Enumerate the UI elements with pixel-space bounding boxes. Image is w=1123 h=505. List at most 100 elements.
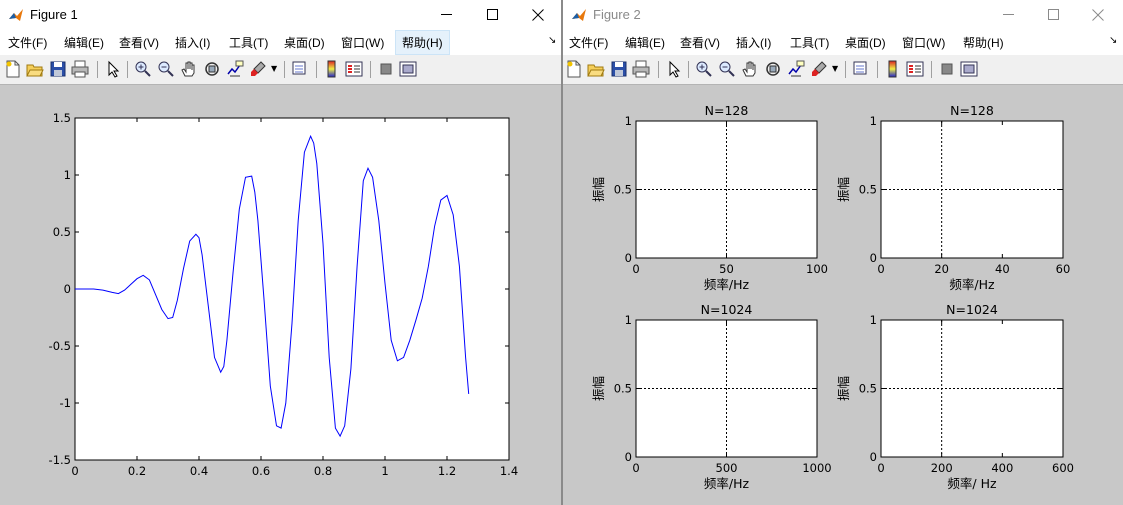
x-tick-label: 200	[931, 461, 953, 475]
figure-1-axes[interactable]: 0 0.2 0.4 0.6 0.8 1 1.2 1.4 1.5 1 0.5 0 -0.5 -1 -1.5	[49, 111, 519, 478]
figure-2-subplots[interactable]: 0 50 10010.50N=128频率/Hz振幅0 20 40 6010.50N=128…	[591, 103, 1074, 491]
menu-tools[interactable]: 工具(T)	[790, 34, 829, 51]
axes-4[interactable]: 0 200 400 600 1 0.5 0 N=1024 频率/ Hz 振幅	[836, 302, 1074, 491]
print-icon[interactable]	[632, 60, 650, 78]
menu-view[interactable]: 查看(V)	[680, 34, 720, 51]
close-button[interactable]	[515, 0, 561, 29]
axes-3[interactable]: 0 500 1000 1 0.5 0 N=1024 频率/Hz 振幅	[591, 302, 832, 491]
legend-icon[interactable]	[906, 60, 924, 78]
new-figure-icon[interactable]	[4, 60, 22, 78]
show-plot-tools-icon[interactable]	[399, 60, 417, 78]
x-tick-label: 100	[806, 262, 828, 276]
axes-2[interactable]: 0 20 40 60 1 0.5 0 N=128 频率/Hz 振幅	[836, 103, 1070, 292]
subplot-title: N=1024	[701, 302, 753, 317]
brush-icon[interactable]	[810, 60, 828, 78]
menu-edit[interactable]: 编辑(E)	[64, 34, 104, 51]
print-icon[interactable]	[71, 60, 89, 78]
y-tick-label: -0.5	[49, 339, 71, 353]
menu-window[interactable]: 窗口(W)	[902, 34, 945, 51]
y-tick-label: 0	[625, 450, 632, 464]
menu-overflow-icon[interactable]: ↘	[1109, 35, 1117, 46]
toolbar-separator	[845, 61, 846, 78]
menu-insert[interactable]: 插入(I)	[175, 34, 210, 51]
rotate-3d-icon[interactable]	[764, 60, 782, 78]
minimize-icon	[1002, 14, 1014, 15]
brush-dropdown-icon[interactable]: ▼	[832, 64, 838, 73]
open-file-icon[interactable]	[587, 60, 605, 78]
menu-view[interactable]: 查看(V)	[119, 34, 159, 51]
y-axis-label: 振幅	[836, 177, 851, 202]
minimize-button[interactable]	[423, 0, 469, 29]
save-icon[interactable]	[49, 60, 67, 78]
save-icon[interactable]	[610, 60, 628, 78]
y-tick-label: 1.5	[53, 111, 71, 125]
x-tick-label: 0	[877, 461, 884, 475]
hide-plot-tools-icon[interactable]	[938, 60, 956, 78]
y-tick-label: 0	[870, 251, 877, 265]
edit-plot-arrow-icon[interactable]	[104, 60, 122, 78]
menu-help[interactable]: 帮助(H)	[963, 34, 1004, 51]
menu-tools[interactable]: 工具(T)	[229, 34, 268, 51]
menu-insert[interactable]: 插入(I)	[736, 34, 771, 51]
x-tick-label: 0	[71, 464, 78, 478]
open-file-icon[interactable]	[26, 60, 44, 78]
zoom-in-icon[interactable]	[134, 60, 152, 78]
edit-plot-arrow-icon[interactable]	[665, 60, 683, 78]
new-figure-icon[interactable]	[565, 60, 583, 78]
pan-hand-icon[interactable]	[741, 60, 759, 78]
menu-file[interactable]: 文件(F)	[8, 34, 47, 51]
colorbar-icon[interactable]	[884, 60, 902, 78]
toolbar-separator	[931, 61, 932, 78]
menu-edit[interactable]: 编辑(E)	[625, 34, 665, 51]
y-tick-label: 1	[870, 313, 877, 327]
pan-hand-icon[interactable]	[180, 60, 198, 78]
subplot-title: N=1024	[946, 302, 998, 317]
axes-0[interactable]: 0 0.2 0.4 0.6 0.8 1 1.2 1.4 1.5 1 0.5 0 -0.5 -1 -1.5	[49, 111, 519, 478]
y-tick-label: 0	[870, 450, 877, 464]
menu-desktop[interactable]: 桌面(D)	[284, 34, 325, 51]
menu-help[interactable]: 帮助(H)	[395, 30, 450, 55]
maximize-button[interactable]	[1030, 0, 1076, 29]
hide-plot-tools-icon[interactable]	[377, 60, 395, 78]
link-plot-icon[interactable]	[852, 60, 870, 78]
minimize-button[interactable]	[985, 0, 1031, 29]
menu-desktop[interactable]: 桌面(D)	[845, 34, 886, 51]
figure-2-window: Figure 2 文件(F) 编辑(E) 查看(V) 插入(I) 工具(T) 桌…	[563, 0, 1123, 505]
close-icon	[1092, 8, 1104, 21]
legend-icon[interactable]	[345, 60, 363, 78]
menu-file[interactable]: 文件(F)	[569, 34, 608, 51]
plot-area[interactable]	[880, 319, 1064, 458]
plot-area[interactable]	[74, 117, 510, 461]
y-tick-label: -1.5	[49, 453, 71, 467]
zoom-in-icon[interactable]	[695, 60, 713, 78]
title-bar[interactable]: Figure 1	[0, 0, 561, 29]
toolbar-separator	[658, 61, 659, 78]
zoom-out-icon[interactable]	[718, 60, 736, 78]
maximize-button[interactable]	[469, 0, 515, 29]
colorbar-icon[interactable]	[323, 60, 341, 78]
brush-icon[interactable]	[249, 60, 267, 78]
title-bar[interactable]: Figure 2	[563, 0, 1123, 29]
figure-toolbar: ▼	[0, 55, 561, 85]
data-cursor-icon[interactable]	[787, 60, 805, 78]
menu-overflow-icon[interactable]: ↘	[548, 35, 556, 46]
close-button[interactable]	[1075, 0, 1121, 29]
x-tick-label: 1000	[802, 461, 831, 475]
x-axis-label: 频率/Hz	[949, 277, 995, 292]
brush-dropdown-icon[interactable]: ▼	[271, 64, 277, 73]
window-title: Figure 1	[30, 7, 78, 22]
y-tick-label: 0.5	[53, 225, 71, 239]
plot-area[interactable]	[880, 120, 1064, 259]
zoom-out-icon[interactable]	[157, 60, 175, 78]
y-tick-label: 0.5	[614, 382, 632, 396]
data-cursor-icon[interactable]	[226, 60, 244, 78]
x-tick-label: 0	[877, 262, 884, 276]
show-plot-tools-icon[interactable]	[960, 60, 978, 78]
y-tick-label: 0.5	[614, 183, 632, 197]
close-icon	[532, 8, 544, 21]
rotate-3d-icon[interactable]	[203, 60, 221, 78]
y-axis-label: 振幅	[591, 376, 606, 401]
link-plot-icon[interactable]	[291, 60, 309, 78]
menu-window[interactable]: 窗口(W)	[341, 34, 384, 51]
axes-1[interactable]: 0 50 100 1 0.5 0 N=128 频率/Hz 振幅	[591, 103, 828, 292]
